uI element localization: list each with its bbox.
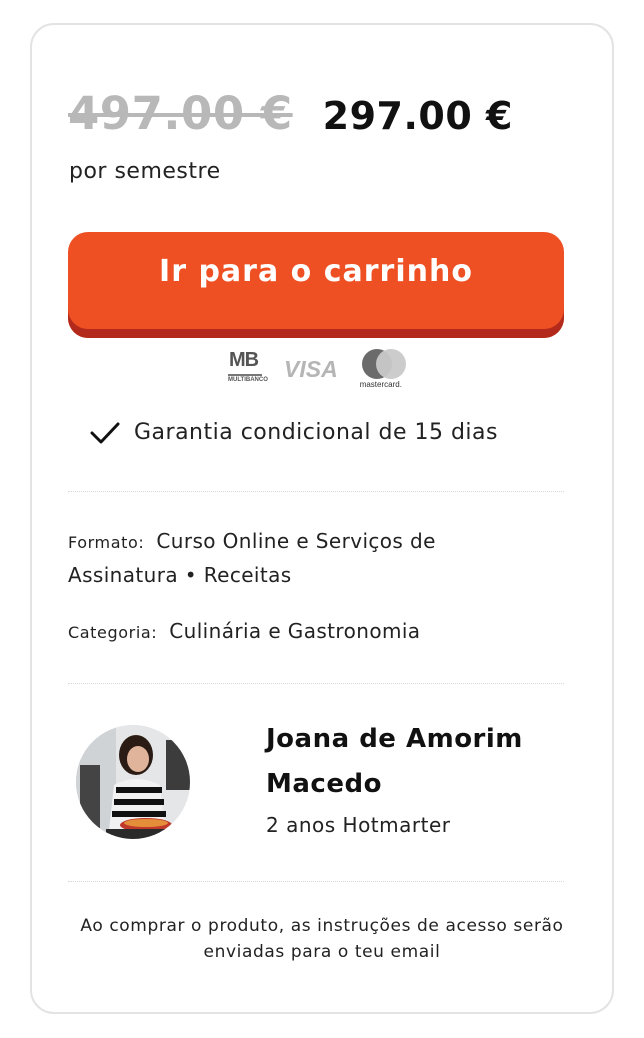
author-info: Joana de Amorim Macedo 2 anos Hotmarter [266, 717, 586, 837]
checkmark-icon [90, 422, 120, 443]
divider [68, 881, 564, 882]
guarantee-text: Garantia condicional de 15 dias [134, 420, 498, 445]
access-instructions-note: Ao comprar o produto, as instruções de a… [80, 916, 564, 962]
go-to-cart-button[interactable]: Ir para o carrinho [68, 232, 564, 338]
author-block: Joana de Amorim Macedo 2 anos Hotmarter [76, 724, 522, 839]
payment-methods: MB MULTIBANCO VISA mastercard. [228, 349, 410, 389]
mastercard-icon: mastercard. [358, 349, 410, 389]
multibanco-mark: MB [229, 349, 259, 371]
current-price: 297.00 € [322, 94, 513, 138]
visa-icon: VISA [284, 355, 338, 382]
purchase-card: 497.00 € 297.00 € por semestre Ir para o… [30, 23, 614, 1014]
multibanco-icon: MB MULTIBANCO [228, 349, 268, 389]
category-row: Categoria: Culinária e Gastronomia [68, 615, 548, 649]
author-avatar[interactable] [76, 725, 190, 839]
category-value: Culinária e Gastronomia [169, 619, 421, 643]
divider [68, 683, 564, 684]
guarantee: Garantia condicional de 15 dias [90, 420, 498, 445]
author-tenure: 2 anos Hotmarter [266, 813, 451, 837]
old-price: 497.00 € [68, 87, 293, 140]
mastercard-label: mastercard. [359, 380, 402, 389]
format-label: Formato: [68, 533, 145, 552]
billing-period: por semestre [69, 159, 221, 184]
price-row: 497.00 € 297.00 € [68, 87, 513, 140]
category-label: Categoria: [68, 623, 158, 642]
multibanco-sub: MULTIBANCO [228, 377, 268, 383]
go-to-cart-label: Ir para o carrinho [159, 253, 473, 289]
author-name[interactable]: Joana de Amorim Macedo [266, 717, 586, 807]
divider [68, 491, 564, 492]
format-row: Formato: Curso Online e Serviços de Assin… [68, 525, 548, 592]
